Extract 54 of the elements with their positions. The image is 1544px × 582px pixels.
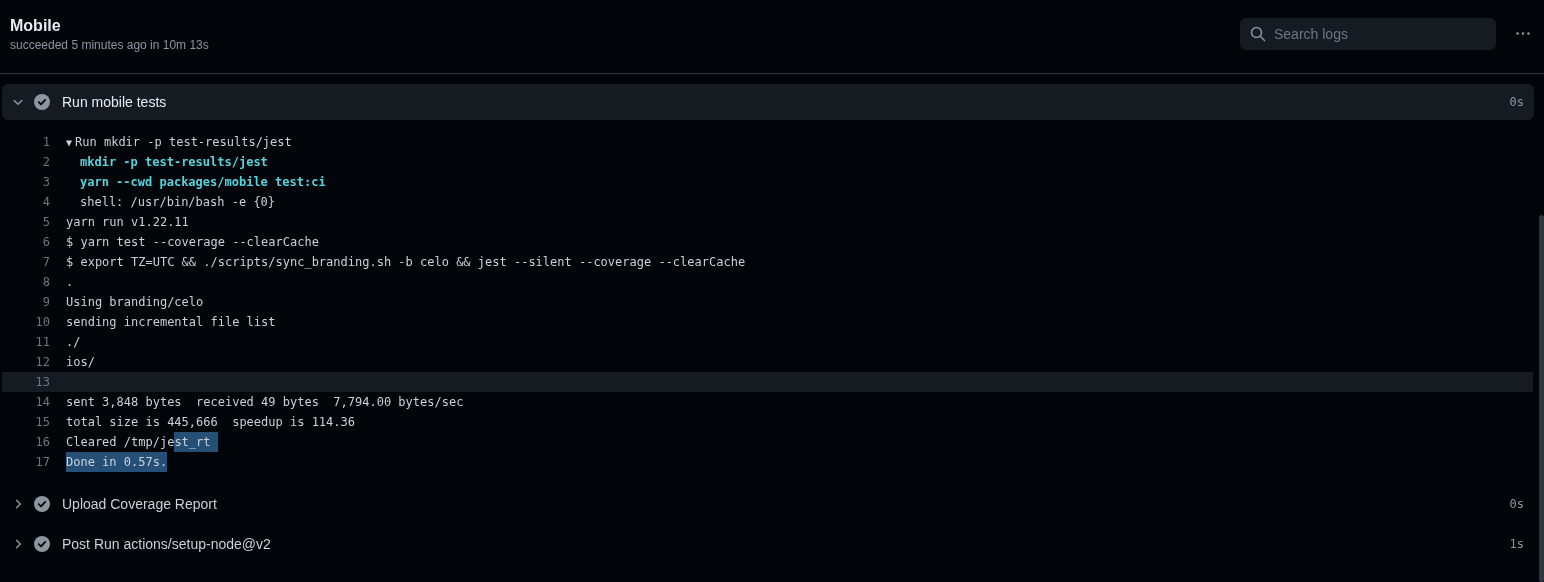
line-number: 8 <box>41 275 50 289</box>
job-summary: succeeded 5 minutes ago in 10m 13s <box>10 38 209 52</box>
step-header[interactable]: Upload Coverage Report 0s <box>2 486 1534 522</box>
log-text: $ yarn test --coverage --clearCache <box>66 235 319 249</box>
line-number: 15 <box>34 415 50 429</box>
scrollbar[interactable] <box>1539 215 1544 582</box>
step-name: Post Run actions/setup-node@v2 <box>62 536 272 552</box>
job-title: Mobile <box>10 17 62 35</box>
log-text: sending incremental file list <box>66 315 276 329</box>
log-text: yarn run v1.22.11 <box>66 215 189 229</box>
line-number: 10 <box>34 315 50 329</box>
line-number: 6 <box>41 235 50 249</box>
step-duration: 0s <box>1509 95 1524 109</box>
selected-log-text: Done in 0.57s. <box>66 452 168 472</box>
log-text: mkdir -p test-results/jest <box>80 155 268 169</box>
line-number: 9 <box>41 295 50 309</box>
more-icon <box>1516 32 1530 35</box>
log-text: yarn --cwd packages/mobile test:ci <box>80 175 326 189</box>
log-text: Run mkdir -p test-results/jest <box>75 135 292 149</box>
check-circle-icon <box>34 94 50 110</box>
line-number: 11 <box>34 335 50 349</box>
step-header[interactable]: Post Run actions/setup-node@v2 1s <box>2 526 1534 562</box>
line-number: 5 <box>41 215 50 229</box>
step-duration: 0s <box>1509 497 1524 511</box>
line-number: 14 <box>34 395 50 409</box>
log-text: shell: /usr/bin/bash -e {0} <box>80 195 276 209</box>
log-text: Cleared /tmp/je <box>66 434 175 451</box>
log-text: total size is 445,666 speedup is 114.36 <box>66 415 355 429</box>
log-text: $ export TZ=UTC && ./scripts/sync_branding.sh -b celo && jest --silent --coverage --clearCache <box>66 255 746 269</box>
search-field[interactable]: Search logs <box>1240 17 1496 50</box>
line-number: 13 <box>34 375 50 389</box>
step-header[interactable]: Run mobile tests 0s <box>2 84 1534 120</box>
line-number: 4 <box>41 195 50 209</box>
log-text: Using branding/celo <box>66 295 204 309</box>
step-name: Run mobile tests <box>62 94 168 110</box>
line-number: 16 <box>34 435 50 449</box>
check-circle-icon <box>34 496 50 512</box>
search-icon <box>1250 25 1266 42</box>
line-number: 2 <box>41 155 50 169</box>
selected-log-text: st_rt <box>174 432 218 452</box>
step-duration: 1s <box>1509 537 1524 551</box>
log-text: ./ <box>66 335 81 349</box>
line-number: 1 <box>41 135 50 149</box>
line-number: 7 <box>41 255 50 269</box>
collapse-toggle[interactable]: ▼ <box>66 136 73 148</box>
log-text: . <box>66 275 74 289</box>
log-text: ios/ <box>66 355 95 369</box>
log-text: sent 3,848 bytes received 49 bytes 7,794.00 bytes/sec <box>66 395 464 409</box>
check-circle-icon <box>34 536 50 552</box>
line-number: 17 <box>34 455 50 469</box>
line-number: 12 <box>34 355 50 369</box>
step-name: Upload Coverage Report <box>62 496 218 512</box>
line-number: 3 <box>41 175 50 189</box>
search-input[interactable]: Search logs <box>1274 25 1474 42</box>
